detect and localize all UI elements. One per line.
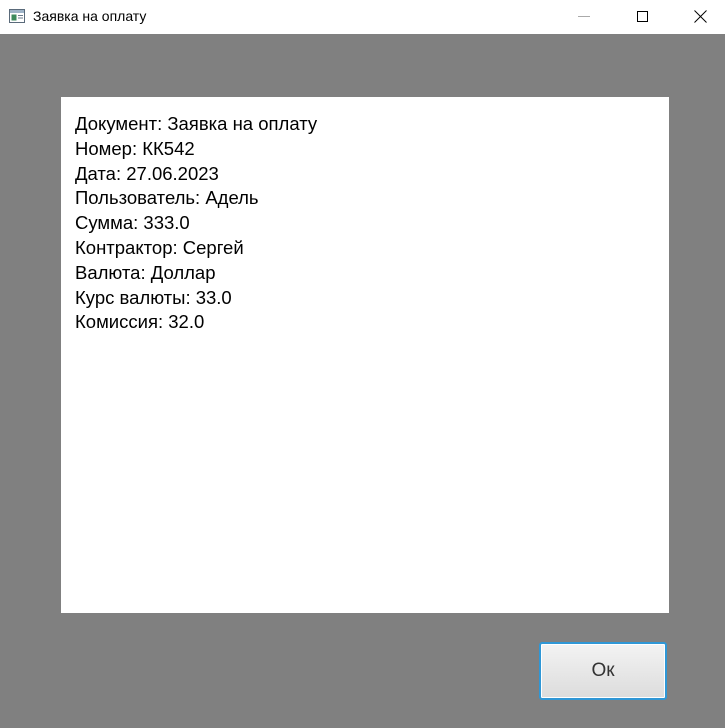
maximize-button[interactable]: [613, 0, 671, 34]
document-contractor-line: Контрактор: Сергей: [75, 236, 244, 258]
window-title: Заявка на оплату: [33, 8, 147, 24]
document-user-line: Пользователь: Адель: [75, 187, 259, 209]
document-commission-line: Комиссия: 32.0: [75, 311, 205, 333]
document-details-panel: Документ: Заявка на оплату Номер: КК542 …: [61, 97, 669, 613]
minimize-button[interactable]: [555, 0, 613, 34]
document-exchange-rate-line: Курс валюты: 33.0: [75, 286, 232, 308]
minimize-icon: [578, 16, 590, 17]
ok-button[interactable]: Ок: [539, 642, 667, 700]
document-number-line: Номер: КК542: [75, 137, 195, 159]
title-bar[interactable]: Заявка на оплату: [0, 0, 725, 34]
document-date-line: Дата: 27.06.2023: [75, 162, 219, 184]
document-currency-line: Валюта: Доллар: [75, 261, 216, 283]
close-button[interactable]: [671, 0, 725, 34]
maximize-icon: [637, 11, 648, 22]
document-amount-line: Сумма: 333.0: [75, 212, 190, 234]
app-window-icon: [9, 9, 25, 23]
dialog-window: Заявка на оплату Документ: Заявка на опл…: [0, 0, 725, 728]
document-type-line: Документ: Заявка на оплату: [75, 113, 318, 134]
close-icon: [694, 10, 707, 23]
